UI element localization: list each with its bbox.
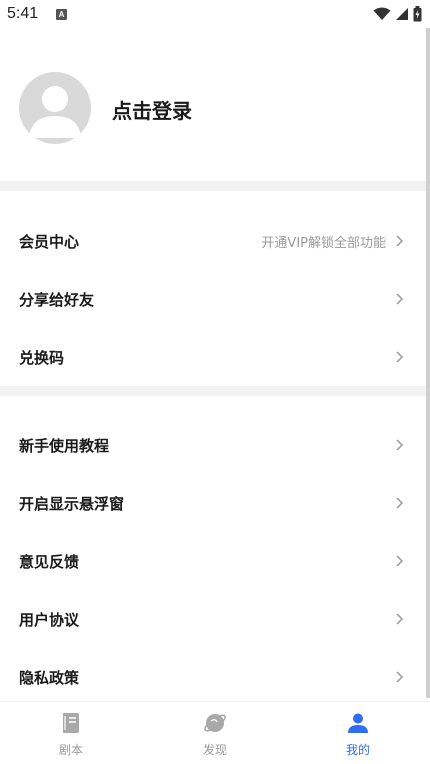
menu-item-feedback[interactable]: 意见反馈	[0, 532, 426, 590]
nav-tab-script[interactable]: 剧本	[11, 702, 131, 764]
chevron-right-icon	[396, 351, 404, 363]
nav-tab-label: 剧本	[58, 743, 83, 757]
nav-tab-label: 我的	[345, 743, 370, 757]
menu-item-label: 隐私政策	[19, 668, 80, 687]
menu-item-hint: 开通VIP解锁全部功能	[261, 235, 386, 251]
menu-item-tutorial[interactable]: 新手使用教程	[0, 416, 426, 474]
scrollbar[interactable]	[426, 28, 430, 698]
menu-item-label: 兑换码	[19, 348, 65, 367]
menu-item-label: 开启显示悬浮窗	[19, 494, 125, 513]
menu-item-floating-window[interactable]: 开启显示悬浮窗	[0, 474, 426, 532]
profile-header[interactable]: 点击登录	[0, 28, 426, 180]
script-book-icon	[63, 713, 79, 733]
signal-icon	[396, 8, 408, 20]
menu-item-label: 新手使用教程	[19, 436, 110, 455]
menu-item-privacy-policy[interactable]: 隐私政策	[0, 648, 426, 706]
menu-item-label: 用户协议	[19, 610, 80, 629]
chevron-right-icon	[396, 555, 404, 567]
menu-item-share[interactable]: 分享给好友	[0, 270, 426, 328]
chevron-right-icon	[396, 671, 404, 683]
nav-tab-mine[interactable]: 我的	[298, 702, 418, 764]
menu-item-user-agreement[interactable]: 用户协议	[0, 590, 426, 648]
nav-tab-discover[interactable]: 发现	[155, 702, 275, 764]
chevron-right-icon	[396, 293, 404, 305]
notification-badge: A	[56, 9, 67, 20]
chevron-right-icon	[396, 235, 404, 247]
chevron-right-icon	[396, 439, 404, 451]
section-divider	[0, 181, 426, 191]
status-bar: 5:41 A	[0, 0, 430, 28]
status-time: 5:41	[7, 5, 39, 22]
avatar[interactable]	[19, 72, 91, 144]
wifi-icon	[373, 7, 391, 20]
menu-item-label: 分享给好友	[19, 290, 95, 309]
section-divider	[0, 386, 426, 396]
discover-planet-icon	[204, 714, 226, 732]
chevron-right-icon	[396, 497, 404, 509]
menu-item-label: 意见反馈	[19, 552, 80, 571]
default-avatar-icon	[29, 86, 81, 138]
bottom-nav: 剧本 发现 我的	[0, 701, 430, 764]
profile-person-icon	[348, 713, 368, 733]
menu-item-vip-center[interactable]: 会员中心 开通VIP解锁全部功能	[0, 212, 426, 270]
menu-item-label: 会员中心	[19, 232, 80, 251]
menu-item-redeem-code[interactable]: 兑换码	[0, 328, 426, 386]
chevron-right-icon	[396, 613, 404, 625]
nav-tab-label: 发现	[202, 743, 227, 757]
login-link[interactable]: 点击登录	[112, 95, 192, 124]
battery-icon	[413, 6, 422, 22]
status-icons	[373, 6, 422, 22]
